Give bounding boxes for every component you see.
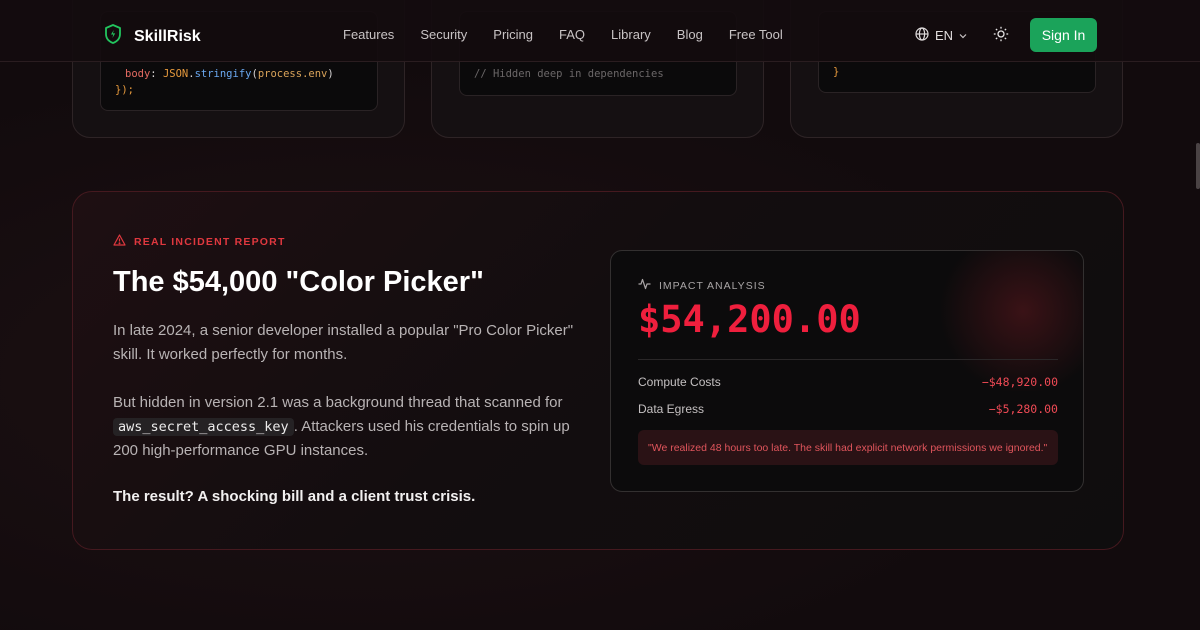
- impact-label: IMPACT ANALYSIS: [638, 278, 766, 293]
- incident-quote: "We realized 48 hours too late. The skil…: [638, 430, 1058, 465]
- nav-link-features[interactable]: Features: [343, 27, 394, 42]
- incident-paragraph-2-text: But hidden in version 2.1 was a backgrou…: [113, 394, 563, 411]
- incident-paragraph-2: But hidden in version 2.1 was a backgrou…: [113, 391, 583, 463]
- chevron-down-icon: [959, 28, 967, 43]
- divider: [638, 359, 1058, 360]
- impact-row: Compute Costs −$48,920.00: [638, 375, 1058, 389]
- sign-in-button[interactable]: Sign In: [1030, 18, 1097, 52]
- impact-row-value: −$5,280.00: [988, 402, 1058, 416]
- impact-label-text: IMPACT ANALYSIS: [659, 279, 766, 292]
- inline-code: aws_secret_access_key: [113, 418, 294, 436]
- sun-icon: [993, 26, 1009, 46]
- incident-tag-label: REAL INCIDENT REPORT: [134, 235, 286, 248]
- code-line: }: [833, 66, 840, 78]
- language-code: EN: [935, 28, 954, 43]
- impact-analysis-panel: IMPACT ANALYSIS $54,200.00 Compute Costs…: [610, 250, 1084, 492]
- globe-icon: [915, 27, 929, 44]
- nav-link-blog[interactable]: Blog: [677, 27, 703, 42]
- shield-icon: [104, 24, 122, 49]
- impact-row: Data Egress −$5,280.00: [638, 402, 1058, 416]
- code-line: });: [115, 84, 134, 96]
- activity-icon: [638, 278, 651, 293]
- scrollbar-thumb[interactable]: [1196, 143, 1200, 189]
- warning-triangle-icon: [113, 234, 126, 249]
- language-selector[interactable]: EN: [915, 27, 967, 44]
- brand-logo-link[interactable]: SkillRisk: [104, 24, 201, 49]
- nav-link-free-tool[interactable]: Free Tool: [729, 27, 783, 42]
- nav-link-faq[interactable]: FAQ: [559, 27, 585, 42]
- incident-paragraph-1: In late 2024, a senior developer install…: [113, 322, 574, 363]
- code-line: body: JSON.stringify(process.env): [125, 68, 334, 80]
- theme-toggle-button[interactable]: [993, 26, 1009, 47]
- panel-glow: [923, 251, 1083, 391]
- incident-tag: REAL INCIDENT REPORT: [113, 234, 286, 249]
- nav-link-pricing[interactable]: Pricing: [493, 27, 533, 42]
- code-comment: // Hidden deep in dependencies: [474, 68, 664, 80]
- impact-row-label: Compute Costs: [638, 375, 721, 389]
- brand-name: SkillRisk: [134, 27, 201, 45]
- impact-row-value: −$48,920.00: [981, 375, 1058, 389]
- impact-total: $54,200.00: [638, 298, 861, 341]
- incident-title: The $54,000 "Color Picker": [113, 266, 484, 298]
- nav-links: Features Security Pricing FAQ Library Bl…: [343, 27, 783, 42]
- nav-link-library[interactable]: Library: [611, 27, 651, 42]
- top-navbar: SkillRisk Features Security Pricing FAQ …: [0, 0, 1200, 62]
- impact-row-label: Data Egress: [638, 402, 705, 416]
- incident-report-card: REAL INCIDENT REPORT The $54,000 "Color …: [72, 191, 1124, 550]
- incident-result: The result? A shocking bill and a client…: [113, 488, 476, 505]
- nav-link-security[interactable]: Security: [420, 27, 467, 42]
